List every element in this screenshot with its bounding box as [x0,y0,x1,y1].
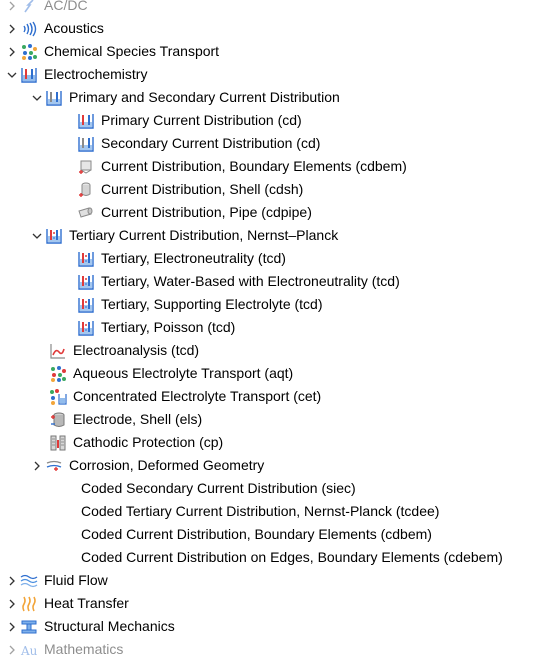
fluid-flow-icon [20,572,38,590]
tree-item-electroanalysis[interactable]: Electroanalysis (tcd) [0,339,536,362]
tree-item-label: Tertiary, Water-Based with Electroneutra… [101,273,400,289]
pipe-icon [77,204,95,222]
chevron-right-icon[interactable] [29,458,45,474]
tree-item-label: Coded Current Distribution on Edges, Bou… [81,549,503,565]
tree-item-mathematics[interactable]: Au Mathematics [0,638,536,661]
tree-item-label: Tertiary, Supporting Electrolyte (tcd) [101,296,323,312]
acdc-icon [20,0,38,15]
tree-item-coded-edges-boundary-elements[interactable]: Coded Current Distribution on Edges, Bou… [0,546,536,569]
tree-item-label: Heat Transfer [44,595,129,611]
tertiary-beaker-icon [77,319,95,337]
tree-item-label: Mathematics [44,641,124,657]
chevron-right-icon[interactable] [4,0,20,14]
tree-item-cathodic-protection[interactable]: Cathodic Protection (cp) [0,431,536,454]
tree-item-fluid-flow[interactable]: Fluid Flow [0,569,536,592]
tree-item-label: Electrochemistry [44,66,148,82]
beaker-electrodes-icon [77,135,95,153]
tree-item-label: Coded Tertiary Current Distribution, Ner… [81,503,440,519]
beaker-electrodes-icon [20,66,38,84]
tree-item-label: Tertiary, Poisson (tcd) [101,319,236,335]
tree-item-label: Coded Secondary Current Distribution (si… [81,480,356,496]
tertiary-beaker-icon [45,227,63,245]
tree-item-acoustics[interactable]: Acoustics [0,17,536,40]
tree-item-label: Structural Mechanics [44,618,175,634]
tree-item-label: Current Distribution, Pipe (cdpipe) [101,204,312,220]
tree-item-coded-secondary[interactable]: Coded Secondary Current Distribution (si… [0,477,536,500]
tree-item-tertiary-poisson[interactable]: Tertiary, Poisson (tcd) [0,316,536,339]
beaker-electrodes-icon [45,89,63,107]
tree-item-label: Secondary Current Distribution (cd) [101,135,321,151]
molecules-beaker-icon [49,388,67,406]
tree-item-chemical-species-transport[interactable]: Chemical Species Transport [0,40,536,63]
structural-mechanics-icon [20,618,38,636]
heat-transfer-icon [20,595,38,613]
electroanalysis-icon [49,342,67,360]
physics-tree: AC/DC Acoustics Chemical Species Transpo… [0,0,536,667]
tree-item-label: Current Distribution, Boundary Elements … [101,158,407,174]
mathematics-icon: Au [20,641,38,659]
tree-item-current-distribution-shell[interactable]: Current Distribution, Shell (cdsh) [0,178,536,201]
boundary-elements-icon [77,158,95,176]
chevron-right-icon[interactable] [4,619,20,635]
tertiary-beaker-icon [77,250,95,268]
tree-item-label: AC/DC [44,0,88,13]
tree-item-current-distribution-boundary-elements[interactable]: Current Distribution, Boundary Elements … [0,155,536,178]
tree-item-aqueous-electrolyte-transport[interactable]: Aqueous Electrolyte Transport (aqt) [0,362,536,385]
tree-item-label: Coded Current Distribution, Boundary Ele… [81,526,432,542]
tree-item-primary-current-distribution[interactable]: Primary Current Distribution (cd) [0,109,536,132]
tree-item-label: Corrosion, Deformed Geometry [69,457,265,473]
tree-item-electrochemistry[interactable]: Electrochemistry [0,63,536,86]
tree-item-current-distribution-pipe[interactable]: Current Distribution, Pipe (cdpipe) [0,201,536,224]
tree-item-tertiary-water-based[interactable]: Tertiary, Water-Based with Electroneutra… [0,270,536,293]
chevron-down-icon[interactable] [29,228,45,244]
tree-item-label: Concentrated Electrolyte Transport (cet) [73,388,322,404]
svg-text:Au: Au [20,644,38,658]
chevron-right-icon[interactable] [4,21,20,37]
chevron-right-icon[interactable] [4,596,20,612]
chevron-down-icon[interactable] [4,67,20,83]
molecules-icon [49,365,67,383]
chevron-right-icon[interactable] [4,573,20,589]
tree-item-structural-mechanics[interactable]: Structural Mechanics [0,615,536,638]
tree-item-concentrated-electrolyte-transport[interactable]: Concentrated Electrolyte Transport (cet) [0,385,536,408]
tree-item-coded-tertiary[interactable]: Coded Tertiary Current Distribution, Ner… [0,500,536,523]
chevron-down-icon[interactable] [29,90,45,106]
tree-item-primary-secondary-current-distribution[interactable]: Primary and Secondary Current Distributi… [0,86,536,109]
tree-item-label: Acoustics [44,20,104,36]
acoustics-icon [20,20,38,38]
electrode-shell-icon [49,411,67,429]
tree-item-label: Electrode, Shell (els) [73,411,203,427]
cathodic-protection-icon [49,434,67,452]
corrosion-icon [45,457,63,475]
shell-cylinder-icon [77,181,95,199]
chevron-right-icon[interactable] [4,642,20,658]
tree-item-label: Primary and Secondary Current Distributi… [69,89,340,105]
tree-item-secondary-current-distribution[interactable]: Secondary Current Distribution (cd) [0,132,536,155]
tree-item-label: Current Distribution, Shell (cdsh) [101,181,304,197]
tree-item-label: Tertiary Current Distribution, Nernst–Pl… [69,227,339,243]
tree-item-label: Chemical Species Transport [44,43,220,59]
tree-item-tertiary-current-distribution[interactable]: Tertiary Current Distribution, Nernst–Pl… [0,224,536,247]
tree-item-electrode-shell[interactable]: Electrode, Shell (els) [0,408,536,431]
tree-item-corrosion-deformed-geometry[interactable]: Corrosion, Deformed Geometry [0,454,536,477]
tree-item-coded-boundary-elements[interactable]: Coded Current Distribution, Boundary Ele… [0,523,536,546]
chevron-right-icon[interactable] [4,44,20,60]
tree-item-label: Fluid Flow [44,572,108,588]
tertiary-beaker-icon [77,273,95,291]
tree-item-acdc[interactable]: AC/DC [0,0,536,17]
tree-item-label: Cathodic Protection (cp) [73,434,224,450]
tree-item-label: Aqueous Electrolyte Transport (aqt) [73,365,294,381]
tree-item-label: Primary Current Distribution (cd) [101,112,302,128]
tertiary-beaker-icon [77,296,95,314]
tree-item-label: Tertiary, Electroneutrality (tcd) [101,250,286,266]
tree-item-tertiary-electroneutrality[interactable]: Tertiary, Electroneutrality (tcd) [0,247,536,270]
molecules-icon [20,43,38,61]
tree-item-label: Electroanalysis (tcd) [73,342,200,358]
tree-item-tertiary-supporting-electrolyte[interactable]: Tertiary, Supporting Electrolyte (tcd) [0,293,536,316]
tree-item-heat-transfer[interactable]: Heat Transfer [0,592,536,615]
beaker-electrodes-icon [77,112,95,130]
